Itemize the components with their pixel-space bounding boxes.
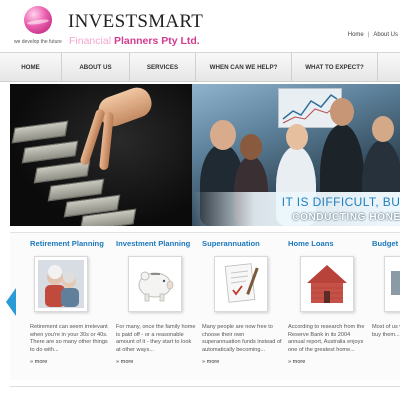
logo-tagline: we develop the future (14, 39, 62, 45)
walking-fingers-icon (62, 84, 156, 178)
service-title[interactable]: Superannuation (202, 239, 260, 248)
logo-globe-icon (24, 6, 52, 34)
banner-subheadline: CONDUCTING HONES (292, 212, 400, 223)
nav-what-to-expect[interactable]: WHAT TO EXPECT? (292, 53, 378, 81)
top-link-about[interactable]: About Us (373, 32, 398, 38)
person-head (330, 98, 354, 126)
nav-services[interactable]: SERVICES (130, 53, 196, 81)
top-links: Home | About Us (348, 32, 398, 38)
banner-money-steps-image (10, 84, 192, 226)
service-more-link[interactable]: » more (116, 359, 133, 365)
service-title[interactable]: Home Loans (288, 239, 334, 248)
person-head (372, 116, 394, 142)
banner-business-team-image: IT IS DIFFICULT, BUT CONDUCTING HONES (192, 84, 400, 226)
service-description: Retirement can seem irrelevant when you'… (30, 324, 108, 353)
logo-subtitle-company: Planners Pty Ltd. (113, 35, 200, 47)
service-card-retirement: Retirement Planning Retirement can seem … (30, 236, 112, 376)
nav-about-us[interactable]: ABOUT US (62, 53, 130, 81)
service-more-link[interactable]: » more (30, 359, 47, 365)
person-head (286, 124, 308, 150)
logo-subtitle-financial: Financial (69, 35, 112, 47)
piggy-bank-icon[interactable] (128, 256, 182, 312)
elderly-couple-photo-icon[interactable] (34, 256, 88, 312)
nav-overflow[interactable] (378, 53, 400, 81)
service-card-budget: Budget Most of us want put our of us t b… (372, 236, 400, 376)
service-description: Most of us want put our of us t buy them… (372, 324, 400, 338)
service-description: For many, once the family home is paid o… (116, 324, 196, 353)
service-description: According to research from the Reserve B… (288, 324, 365, 353)
banknote-icon (11, 120, 69, 144)
nav-home[interactable]: HOME (0, 53, 62, 81)
service-title[interactable]: Retirement Planning (30, 239, 104, 248)
person-head (210, 120, 236, 150)
banner-headline: IT IS DIFFICULT, BUT (281, 195, 400, 209)
hero-banner: IT IS DIFFICULT, BUT CONDUCTING HONES (10, 84, 400, 226)
top-link-separator: | (367, 32, 370, 38)
service-more-link[interactable]: » more (202, 359, 219, 365)
service-more-link[interactable]: » more (288, 359, 305, 365)
form-pen-icon[interactable] (214, 256, 268, 312)
logo-subtitle: Financial Planners Pty Ltd. (69, 35, 200, 47)
service-description: Many people are now free to choose their… (202, 324, 282, 353)
nav-when-can-we-help[interactable]: WHEN CAN WE HELP? (196, 53, 292, 81)
main-nav: HOME ABOUT US SERVICES WHEN CAN WE HELP?… (0, 52, 400, 82)
budget-icon[interactable] (384, 256, 400, 312)
carousel-prev-arrow-icon[interactable] (4, 284, 18, 320)
service-card-superannuation: Superannuation Many people are now free … (202, 236, 284, 376)
service-card-investment: Investment Planning For many, once the f… (116, 236, 198, 376)
person-head (240, 134, 262, 160)
logo[interactable]: we develop the future INVESTSMART Financ… (14, 6, 203, 50)
logo-name: INVESTSMART (68, 11, 204, 32)
top-link-home[interactable]: Home (348, 32, 364, 38)
service-card-home-loans: Home Loans According to research from th… (288, 236, 370, 376)
brick-house-icon[interactable] (300, 256, 354, 312)
service-title[interactable]: Budget (372, 239, 398, 248)
service-title[interactable]: Investment Planning (116, 239, 190, 248)
divider (10, 386, 400, 387)
